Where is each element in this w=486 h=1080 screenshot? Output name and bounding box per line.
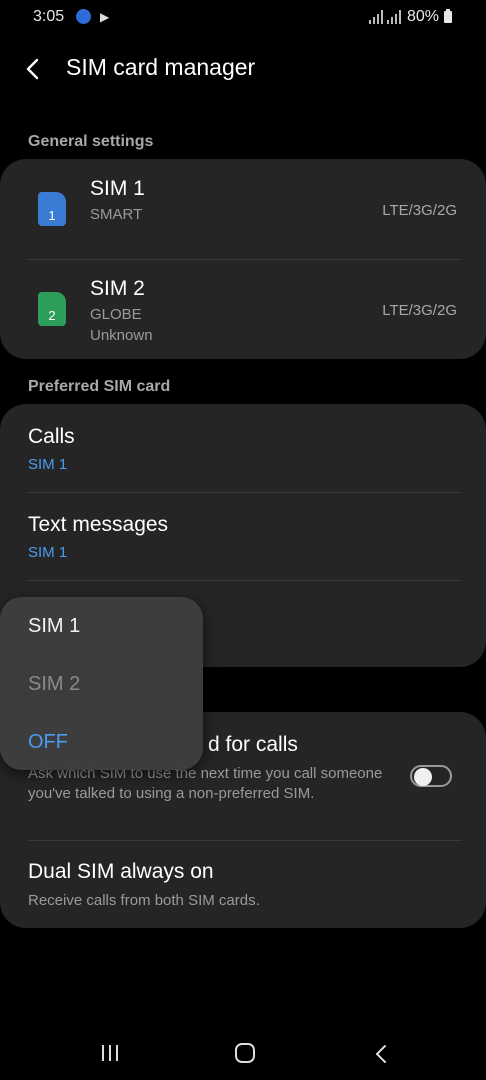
dual-sim-row[interactable]: Dual SIM always on Receive calls from bo… — [0, 840, 486, 928]
sim-1-row[interactable]: 1 SIM 1 SMART LTE/3G/2G — [0, 159, 486, 259]
section-header-general: General settings — [28, 133, 154, 150]
sim-1-name: SIM 1 — [90, 177, 145, 200]
sim-1-network: LTE/3G/2G — [382, 202, 457, 219]
sim-2-name: SIM 2 — [90, 277, 145, 300]
sim-2-status: Unknown — [90, 327, 153, 344]
signal-icon — [387, 10, 401, 24]
popup-option-off[interactable]: OFF — [28, 731, 68, 754]
dual-sim-title: Dual SIM always on — [28, 860, 214, 883]
home-icon[interactable] — [235, 1043, 255, 1063]
sim-2-carrier: GLOBE — [90, 306, 142, 323]
page-title: SIM card manager — [66, 54, 256, 80]
popup-option-sim-1[interactable]: SIM 1 — [28, 615, 80, 638]
section-header-preferred: Preferred SIM card — [28, 378, 171, 395]
navigation-bar — [0, 1030, 486, 1080]
confirm-sim-toggle[interactable] — [410, 765, 452, 787]
calls-title: Calls — [28, 425, 75, 448]
general-settings-card: 1 SIM 1 SMART LTE/3G/2G 2 SIM 2 GLOBE Un… — [0, 159, 486, 359]
calls-value: SIM 1 — [28, 456, 68, 473]
text-messages-value: SIM 1 — [28, 544, 68, 561]
sim-2-network: LTE/3G/2G — [382, 302, 457, 319]
chevron-left-icon[interactable] — [20, 55, 48, 83]
status-time: 3:05 — [33, 8, 65, 25]
text-messages-title: Text messages — [28, 513, 169, 536]
battery-icon — [444, 9, 452, 23]
sim-1-carrier: SMART — [90, 206, 143, 223]
battery-percentage: 80% — [407, 8, 440, 25]
confirm-sim-description: Ask which SIM to use the next time you c… — [28, 765, 383, 802]
back-icon[interactable] — [373, 1043, 389, 1065]
popup-option-sim-2[interactable]: SIM 2 — [28, 673, 80, 696]
play-icon: ▶ — [100, 10, 110, 24]
sim-card-icon: 1 — [38, 192, 66, 226]
signal-icon — [369, 10, 383, 24]
recent-apps-icon[interactable] — [101, 1044, 119, 1062]
sim-2-row[interactable]: 2 SIM 2 GLOBE Unknown LTE/3G/2G — [0, 259, 486, 359]
confirm-sim-title: d for calls — [208, 733, 298, 756]
sim-card-icon: 2 — [38, 292, 66, 326]
toggle-knob — [414, 768, 432, 786]
calls-row[interactable]: Calls SIM 1 — [0, 404, 486, 492]
text-messages-row[interactable]: Text messages SIM 1 — [0, 492, 486, 580]
dual-sim-description: Receive calls from both SIM cards. — [28, 892, 260, 909]
cloud-sync-icon — [76, 9, 91, 24]
sim-select-popup: SIM 1 SIM 2 OFF — [0, 597, 203, 770]
status-bar: 3:05 ▶ 80% — [0, 0, 486, 36]
